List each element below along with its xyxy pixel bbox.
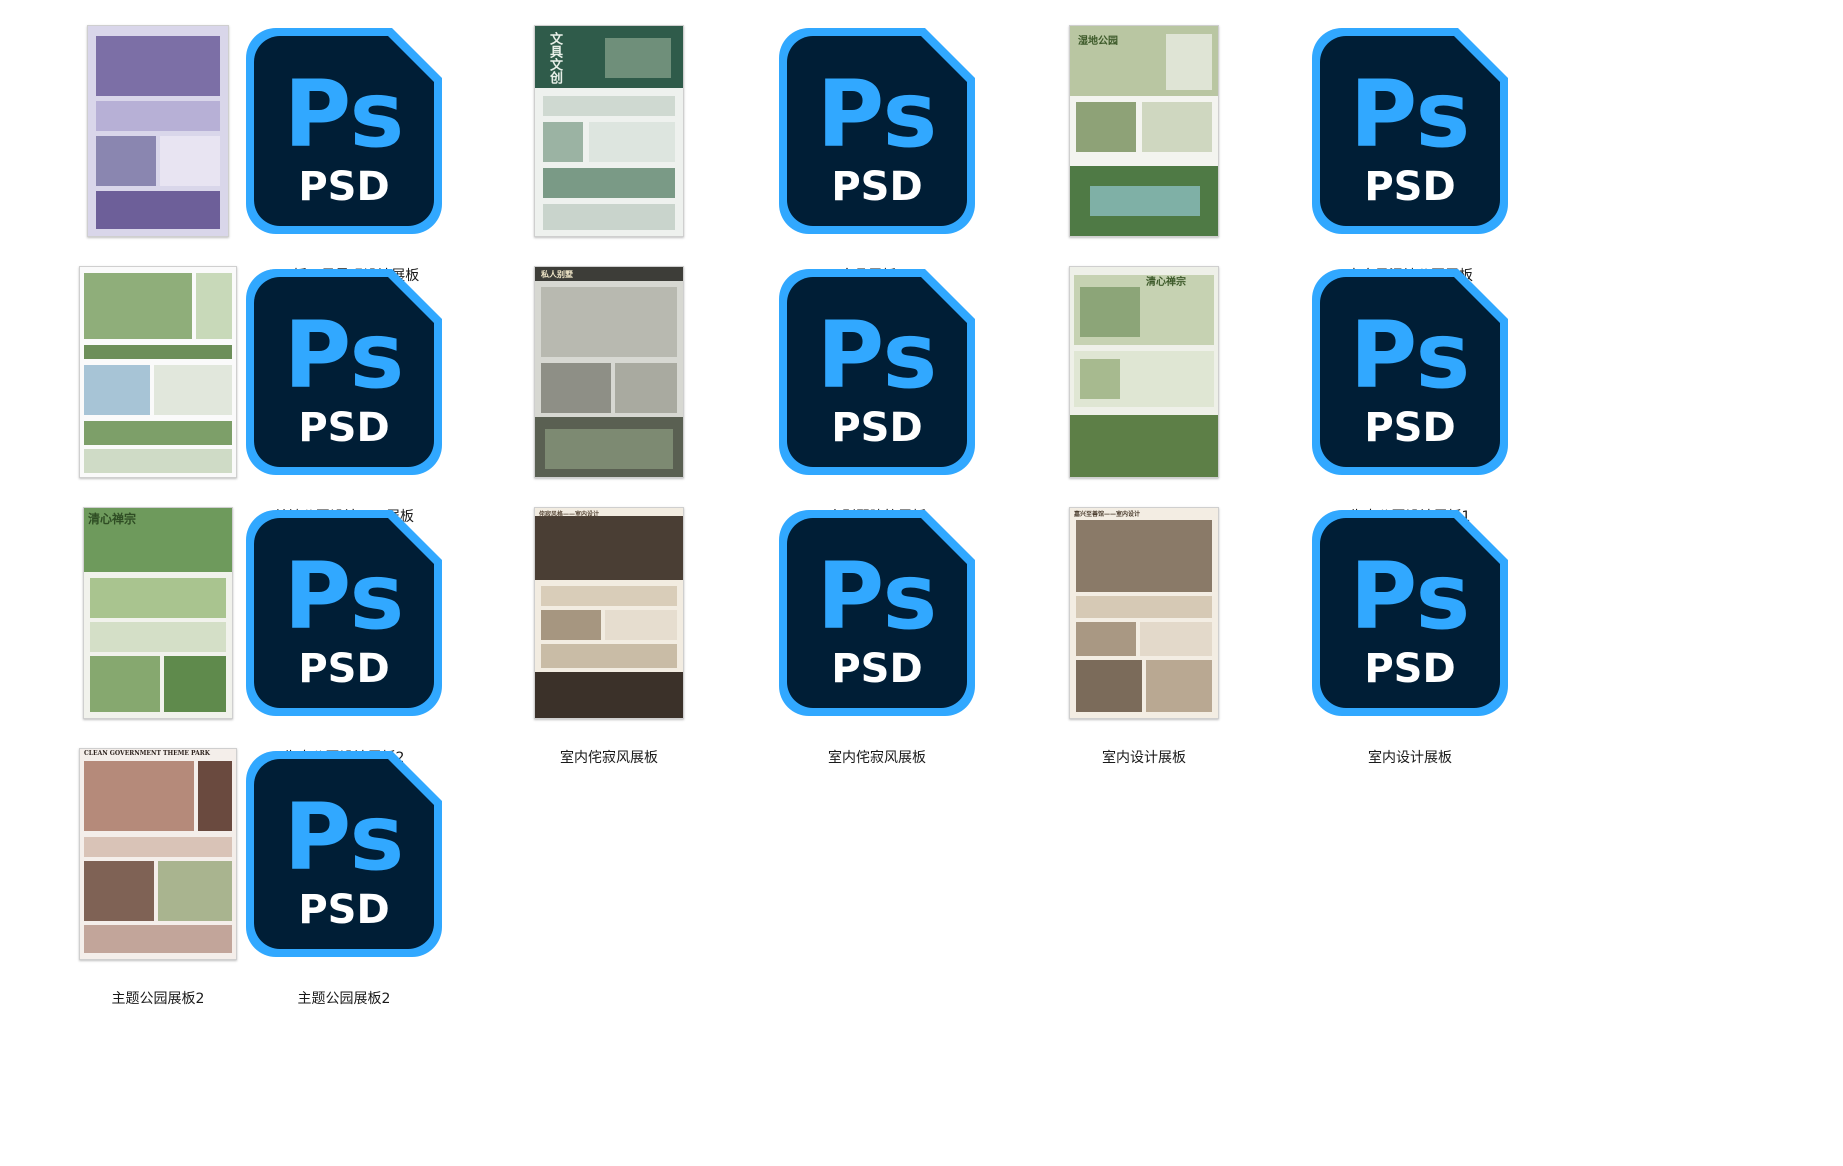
poster-image-block [605,38,671,78]
ps-logo-text: Ps [817,61,938,168]
poster-title: 侘寂风格——室内设计 [539,511,600,518]
photoshop-file-icon: PsPSD [1312,269,1508,475]
poster-image-block [84,761,194,831]
poster-image-block [589,122,675,162]
poster-image-block [1076,660,1142,712]
poster-image-block [1076,596,1212,618]
ps-logo-text: Ps [284,784,405,891]
file-preview: Ps PSD [186,723,502,985]
poster-image-block [541,610,601,640]
poster-thumbnail: 私人别墅 [534,266,684,478]
photoshop-file-icon: PsPSD [246,751,442,957]
poster-image-block [84,273,192,339]
poster-thumbnail: 文具文创 [534,25,684,237]
photoshop-file-icon: PsPSD [779,510,975,716]
poster-title: 清心禅宗 [88,512,137,526]
file-preview: Ps PSD [1252,482,1568,744]
poster-title: 湿地公园 [1078,36,1118,47]
ps-logo-text: Ps [1350,302,1471,409]
file-preview: Ps PSD [1252,0,1568,262]
photoshop-file-icon: PsPSD [1312,510,1508,716]
poster-image-block [1142,102,1212,152]
photoshop-file-icon: PsPSD [779,269,975,475]
poster-image-block [541,644,677,668]
ps-logo-text: Ps [817,302,938,409]
poster-image-block [543,122,583,162]
poster-image-block [541,287,677,357]
poster-image-block [605,610,677,640]
psd-ext-text: PSD [1364,405,1455,451]
photoshop-file-icon: PsPSD [246,28,442,234]
poster-image-block [1080,287,1140,337]
poster-image-block [541,363,611,413]
poster-image-block [1076,622,1136,656]
file-name-label: 室内设计展板 [1368,750,1452,766]
poster-image-block [545,429,673,469]
poster-image-block [84,861,154,921]
psd-ext-text: PSD [298,646,389,692]
poster-image-block [1146,660,1212,712]
poster-image-block [543,96,675,116]
poster-thumbnail: 嘉兴至善馆——室内设计 [1069,507,1219,719]
poster-image-block [615,363,677,413]
poster-image-block [1070,415,1218,477]
file-item-psd[interactable]: Ps PSD 室内设计展板 [1252,482,1568,768]
photoshop-file-icon: PsPSD [246,510,442,716]
photoshop-file-icon: PsPSD [246,269,442,475]
ps-logo-text: Ps [284,61,405,168]
ps-logo-text: Ps [1350,543,1471,650]
ps-logo-text: Ps [284,302,405,409]
psd-ext-text: PSD [298,164,389,210]
poster-image-block [1076,520,1212,592]
poster-title: 私人别墅 [541,269,573,279]
poster-thumbnail: 清心禅宗 [1069,266,1219,478]
poster-image-block [1166,34,1212,90]
psd-ext-text: PSD [1364,164,1455,210]
poster-image-block [543,168,675,198]
ps-logo-text: Ps [284,543,405,650]
poster-image-block [535,672,683,718]
psd-ext-text: PSD [831,646,922,692]
poster-image-block [1090,186,1200,216]
psd-ext-text: PSD [298,405,389,451]
poster-image-block [1140,622,1212,656]
poster-title: 文具文创 [547,32,562,84]
file-grid: N1-插画风景观设计展板PsPSDN1-插画风景观设计展板文具文创产品展板01P… [0,0,1843,1166]
poster-image-block [1080,359,1120,399]
ps-logo-text: Ps [817,543,938,650]
psd-ext-text: PSD [298,887,389,933]
poster-image-block [541,586,677,606]
poster-image-block [90,656,160,712]
photoshop-file-icon: PsPSD [779,28,975,234]
poster-thumbnail: 侘寂风格——室内设计 [534,507,684,719]
poster-image-block [535,516,683,580]
psd-ext-text: PSD [831,164,922,210]
poster-image-block [96,136,156,186]
ps-logo-text: Ps [1350,61,1471,168]
photoshop-file-icon: PsPSD [1312,28,1508,234]
file-item-psd[interactable]: Ps PSD 主题公园展板2 [186,723,502,1009]
psd-ext-text: PSD [831,405,922,451]
poster-image-block [84,365,150,415]
poster-image-block [1076,102,1136,152]
poster-title: 嘉兴至善馆——室内设计 [1074,511,1141,518]
file-preview: Ps PSD [1252,241,1568,503]
psd-ext-text: PSD [1364,646,1455,692]
poster-title: 清心禅宗 [1146,277,1186,288]
file-name-label: 主题公园展板2 [297,991,391,1007]
poster-thumbnail: 湿地公园 [1069,25,1219,237]
poster-image-block [543,204,675,230]
